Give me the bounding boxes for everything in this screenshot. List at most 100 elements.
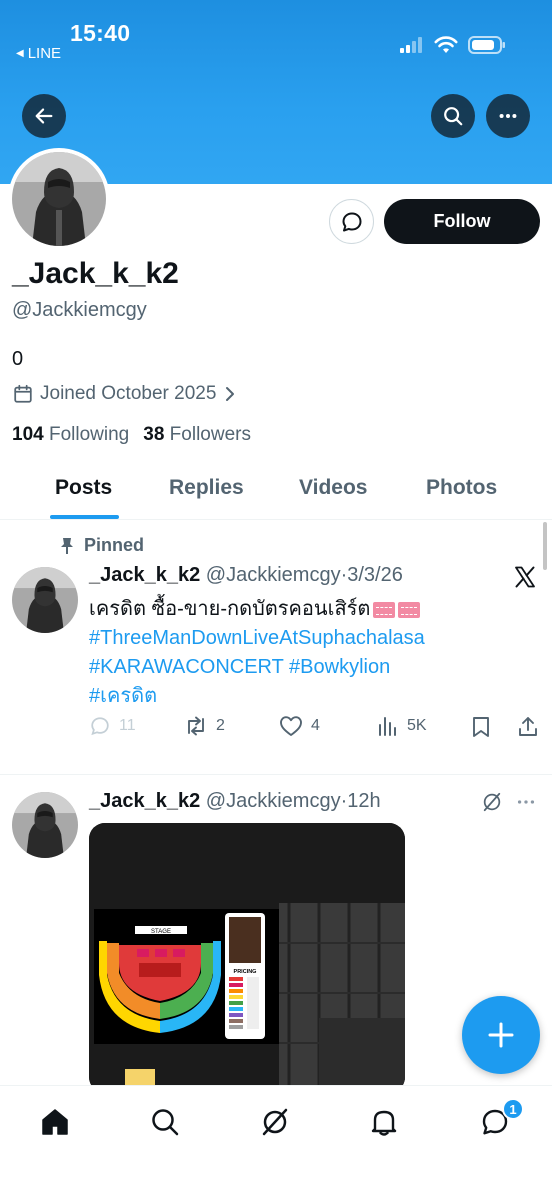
battery-icon [468,36,505,54]
bookmark-button[interactable] [471,715,491,739]
joined-label: Joined October 2025 [40,383,217,404]
nav-home[interactable] [35,1102,75,1142]
display-name: _Jack_k_k2 [12,257,179,290]
profile-tabs: Posts Replies Videos Photos [0,464,552,520]
profile-handle: @Jackkiemcgy [12,299,147,321]
tab-videos[interactable]: Videos [299,476,367,500]
plus-icon [488,1022,514,1048]
message-button[interactable] [329,199,374,244]
compose-post-button[interactable] [462,996,540,1074]
search-button[interactable] [431,94,475,138]
bookmark-icon [473,717,489,737]
post-avatar[interactable] [12,792,78,858]
stage-label: STAGE [151,929,171,935]
pinned-text: Pinned [84,535,145,555]
post-author-name[interactable]: _Jack_k_k2 [89,564,200,586]
post-divider [0,774,552,775]
x-logo-icon [515,566,535,588]
pricing-label: PRICING [234,969,257,975]
tab-replies[interactable]: Replies [169,476,244,500]
following-label: Following [48,424,130,445]
chevron-right-icon [226,387,235,401]
like-count: 4 [311,717,320,734]
followers-count: 38 [143,424,165,445]
hashtag-link[interactable]: #ThreeManDownLiveAtSuphachalasa [89,627,425,649]
bell-icon [371,1110,397,1136]
nav-grok[interactable] [255,1102,295,1142]
wifi-icon [434,36,458,53]
more-options-button[interactable] [486,94,530,138]
back-triangle-icon: ◀ [16,48,24,59]
active-tab-indicator [50,515,119,519]
share-icon [519,717,537,736]
followers-link[interactable]: 38 Followers [143,424,251,446]
pin-icon [61,537,73,554]
status-icons [400,36,506,54]
post-actions: 11 2 4 5K [89,715,539,743]
views-count: 5K [407,717,427,734]
arrow-left-icon [35,108,53,124]
reply-count: 11 [119,717,136,734]
repost-count: 2 [216,717,225,734]
joined-date[interactable]: Joined October 2025 [12,383,238,405]
profile-avatar[interactable] [8,148,110,250]
concert-seating-chart-image: STAGE PRICING [89,823,405,1093]
followers-label: Followers [169,424,251,445]
pinned-label: Pinned [58,535,144,556]
post-media-image[interactable]: STAGE PRICING [89,823,405,1093]
grok-icon [262,1108,288,1136]
post-author-name[interactable]: _Jack_k_k2 [89,790,200,812]
follow-stats: 104 Following 38 Followers [12,424,251,446]
scrollbar[interactable] [543,522,547,570]
search-icon [444,107,463,126]
post-body: เครดิต ซื้อ-ขาย-กดบัตรคอนเสิร์ต #ThreeMa… [89,595,489,711]
reply-icon [91,717,109,736]
back-app-label: LINE [27,45,62,62]
post-author-handle[interactable]: @Jackkiemcgy [206,790,341,812]
more-horizontal-icon[interactable] [515,791,537,813]
nav-explore[interactable] [145,1102,185,1142]
profile-bio: 0 [12,348,24,370]
post-author-handle[interactable]: @Jackkiemcgy [206,564,341,586]
like-button[interactable]: 4 [279,715,320,737]
home-icon [42,1109,68,1135]
share-button[interactable] [517,715,539,739]
views-button[interactable]: 5K [377,715,427,737]
post-text: เครดิต ซื้อ-ขาย-กดบัตรคอนเสิร์ต [89,598,371,620]
tab-posts[interactable]: Posts [55,476,112,500]
reply-button[interactable]: 11 [89,715,136,737]
post-time[interactable]: 3/3/26 [347,564,403,586]
signal-icon [400,37,422,53]
search-icon [152,1109,179,1136]
ticket-emoji-icon [398,601,421,618]
repost-button[interactable]: 2 [184,715,225,737]
status-bar: 15:40 ◀ LINE [0,0,552,80]
calendar-icon [14,384,32,403]
post-time[interactable]: 12h [347,790,380,812]
tab-photos[interactable]: Photos [426,476,497,500]
hashtag-link[interactable]: #Bowkylion [289,656,390,678]
avatar-image [12,152,106,246]
bottom-navigation [0,1085,552,1200]
hashtag-link[interactable]: #เครดิต [89,685,157,707]
avatar-image [12,567,78,633]
grok-icon[interactable] [481,791,503,813]
back-to-app-link[interactable]: ◀ LINE [16,45,61,62]
repost-icon [188,716,204,736]
hashtag-link[interactable]: #KARAWACONCERT [89,656,283,678]
post-avatar[interactable] [12,567,78,633]
post-header: _Jack_k_k2 @Jackkiemcgy·3/3/26 [89,564,403,587]
back-button[interactable] [22,94,66,138]
views-chart-icon [379,717,396,736]
nav-notifications[interactable] [364,1102,404,1142]
heart-icon [280,716,302,736]
following-link[interactable]: 104 Following [12,424,129,446]
notification-badge: 1 [502,1098,524,1120]
message-bubble-icon [342,212,361,231]
following-count: 104 [12,424,44,445]
ticket-emoji-icon [373,601,396,618]
avatar-image [12,792,78,858]
status-time: 15:40 [70,20,131,46]
follow-button[interactable]: Follow [384,199,540,244]
more-horizontal-icon [499,113,517,119]
